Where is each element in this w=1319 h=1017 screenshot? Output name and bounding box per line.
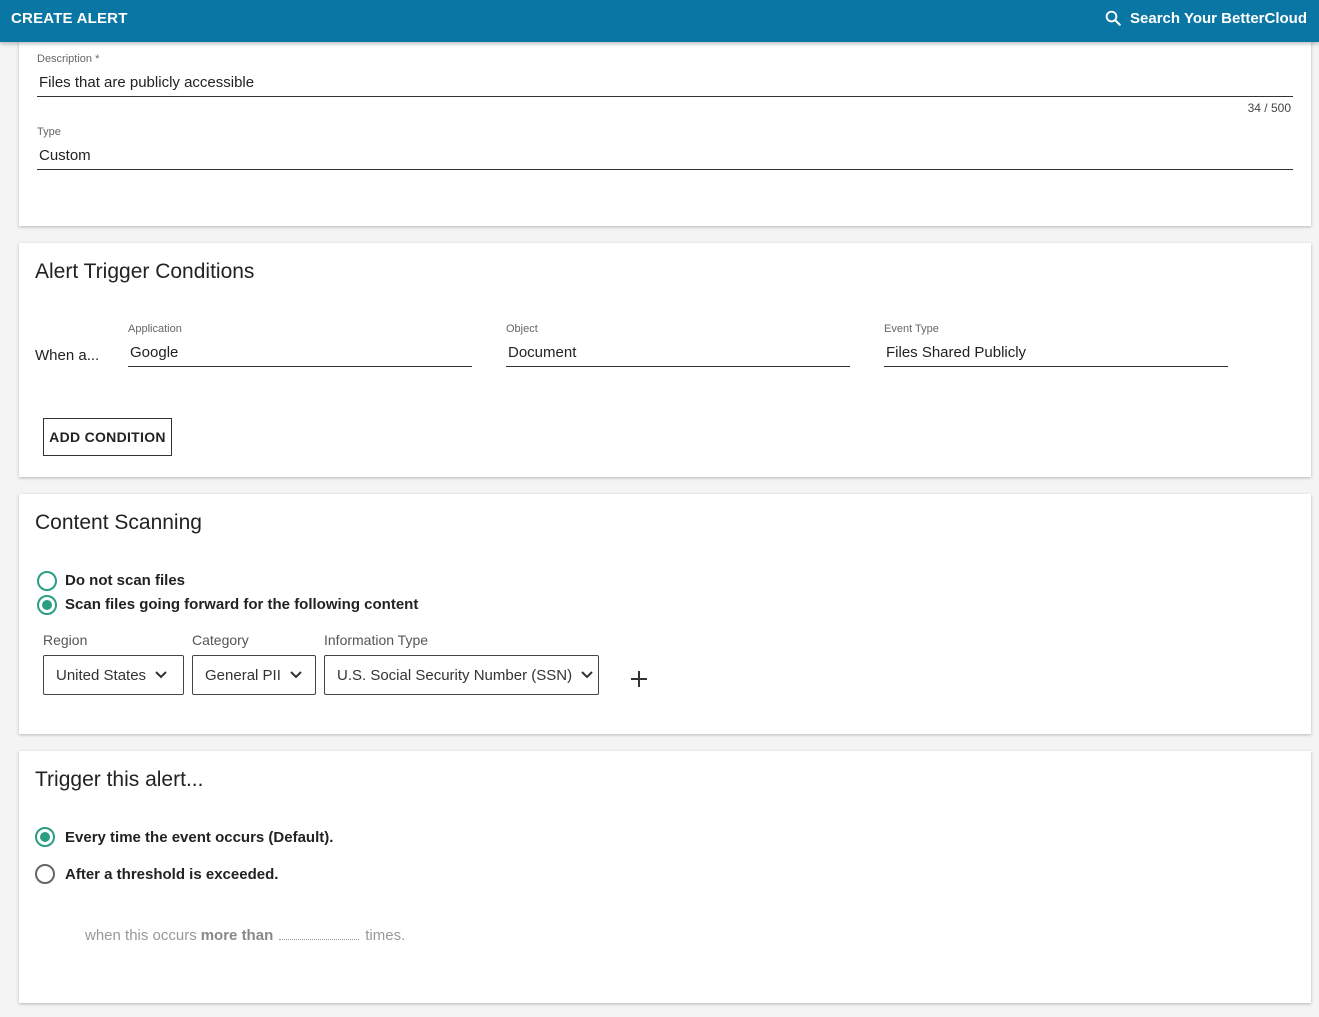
category-select[interactable]: General PII: [192, 655, 316, 695]
type-underline: [37, 169, 1293, 170]
threshold-radio[interactable]: [35, 864, 55, 884]
category-value: General PII: [205, 666, 281, 684]
search-button[interactable]: Search Your BetterCloud: [1104, 8, 1307, 28]
trigger-alert-heading: Trigger this alert...: [35, 768, 204, 791]
object-underline: [506, 366, 850, 367]
top-bar: CREATE ALERT Search Your BetterCloud: [0, 0, 1319, 42]
info-type-select[interactable]: U.S. Social Security Number (SSN): [324, 655, 599, 695]
radio-selected-dot: [40, 832, 50, 842]
region-select[interactable]: United States: [43, 655, 184, 695]
threshold-label[interactable]: After a threshold is exceeded.: [65, 866, 278, 883]
chevron-down-icon: [581, 671, 593, 679]
threshold-row: when this occurs more than times.: [85, 926, 405, 944]
when-label: When a...: [35, 347, 100, 364]
content-scanning-card: Content Scanning Do not scan files Scan …: [19, 494, 1311, 734]
scan-forward-radio[interactable]: [37, 595, 57, 615]
add-content-rule-plus-icon[interactable]: [629, 669, 649, 689]
description-field[interactable]: Files that are publicly accessible: [37, 74, 1293, 96]
description-underline: [37, 96, 1293, 97]
scan-forward-label[interactable]: Scan files going forward for the followi…: [65, 596, 418, 613]
region-label: Region: [43, 632, 88, 648]
no-scan-label[interactable]: Do not scan files: [65, 572, 185, 589]
type-label: Type: [37, 126, 61, 138]
region-value: United States: [56, 666, 147, 684]
category-label: Category: [192, 632, 249, 648]
application-underline: [128, 366, 472, 367]
application-field[interactable]: Google: [128, 344, 472, 366]
chevron-down-icon: [155, 671, 167, 679]
threshold-prefix: when this occurs: [85, 927, 197, 944]
details-card: Description * Files that are publicly ac…: [19, 30, 1311, 226]
radio-selected-dot: [42, 600, 52, 610]
content-scanning-heading: Content Scanning: [35, 511, 202, 534]
search-icon: [1105, 10, 1121, 26]
every-time-label[interactable]: Every time the event occurs (Default).: [65, 829, 333, 846]
description-char-count: 34 / 500: [1247, 101, 1291, 115]
event-type-underline: [884, 366, 1228, 367]
page-title: CREATE ALERT: [11, 10, 128, 27]
trigger-conditions-heading: Alert Trigger Conditions: [35, 260, 255, 283]
no-scan-radio[interactable]: [37, 571, 57, 591]
add-condition-button[interactable]: ADD CONDITION: [43, 418, 172, 456]
type-field[interactable]: Custom: [37, 147, 1293, 169]
info-type-value: U.S. Social Security Number (SSN): [337, 666, 573, 684]
object-label: Object: [506, 323, 538, 335]
application-label: Application: [128, 323, 182, 335]
object-field[interactable]: Document: [506, 344, 850, 366]
event-type-field[interactable]: Files Shared Publicly: [884, 344, 1228, 366]
threshold-suffix: times.: [365, 927, 406, 944]
description-label: Description *: [37, 53, 100, 65]
search-label: Search Your BetterCloud: [1130, 9, 1307, 27]
info-type-label: Information Type: [324, 632, 429, 648]
threshold-bold: more than: [200, 927, 274, 944]
trigger-alert-card: Trigger this alert... Every time the eve…: [19, 751, 1311, 1003]
threshold-count-input[interactable]: [279, 926, 360, 940]
event-type-label: Event Type: [884, 323, 939, 335]
every-time-radio[interactable]: [35, 827, 55, 847]
trigger-conditions-card: Alert Trigger Conditions When a... Appli…: [19, 243, 1311, 477]
chevron-down-icon: [290, 671, 302, 679]
